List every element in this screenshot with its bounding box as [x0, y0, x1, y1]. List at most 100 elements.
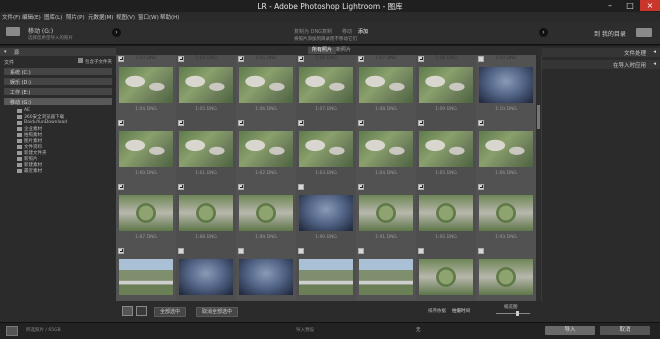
photo-thumbnail[interactable] [419, 131, 473, 167]
menu-edit[interactable]: 编辑(E) [22, 13, 41, 21]
photo-thumbnail-cell[interactable] [176, 247, 236, 301]
include-checkbox[interactable] [298, 184, 304, 190]
photo-thumbnail[interactable] [179, 131, 233, 167]
source-drive-c[interactable]: 系统 (C:) [4, 68, 112, 76]
menu-photo[interactable]: 照片(P) [66, 13, 85, 21]
include-checkbox[interactable] [118, 120, 124, 126]
photo-thumbnail-cell[interactable]: 1:06.DNG 1:07.DNG [296, 55, 356, 119]
photo-thumbnail[interactable] [359, 67, 413, 103]
include-checkbox[interactable] [178, 248, 184, 254]
menu-view[interactable]: 视图(V) [116, 13, 135, 21]
cancel-button[interactable]: 取消 [600, 326, 650, 335]
include-checkbox[interactable] [358, 184, 364, 190]
include-checkbox[interactable] [238, 248, 244, 254]
photo-thumbnail-cell[interactable]: 1:93.DNG [476, 183, 536, 247]
photo-thumbnail[interactable] [419, 195, 473, 231]
photo-thumbnail[interactable] [299, 131, 353, 167]
include-checkbox[interactable] [298, 248, 304, 254]
menu-file[interactable]: 文件(F) [2, 13, 20, 21]
sort-select[interactable]: 拍摄时间 [452, 308, 470, 314]
destination-label[interactable]: 到 我的目录 [594, 29, 626, 38]
include-checkbox[interactable] [478, 120, 484, 126]
photo-thumbnail-cell[interactable] [416, 247, 476, 301]
grid-view-icon[interactable] [122, 306, 133, 316]
photo-thumbnail[interactable] [479, 195, 533, 231]
loupe-view-icon[interactable] [136, 306, 147, 316]
source-label[interactable]: 移动 (G:) [28, 26, 53, 35]
photo-thumbnail-cell[interactable]: 1:04.DNG 1:05.DNG [176, 55, 236, 119]
photo-thumbnail-cell[interactable]: 1:07.DNG 1:08.DNG [356, 55, 416, 119]
photo-thumbnail-cell[interactable]: 1:63.DNG [296, 119, 356, 183]
photo-thumbnail-cell[interactable] [356, 247, 416, 301]
expand-toggle-icon[interactable] [6, 326, 18, 336]
menu-library[interactable]: 图库(L) [44, 13, 62, 21]
photo-thumbnail-cell[interactable] [476, 247, 536, 301]
close-button[interactable]: × [640, 0, 660, 11]
menu-metadata[interactable]: 元数据(M) [88, 13, 114, 21]
mode-add[interactable]: 添加 [358, 28, 368, 35]
check-all-button[interactable]: 全部选中 [154, 307, 187, 317]
photo-thumbnail-cell[interactable]: 1:91.DNG [356, 183, 416, 247]
photo-thumbnail[interactable] [359, 131, 413, 167]
photo-thumbnail[interactable] [119, 131, 173, 167]
photo-thumbnail-cell[interactable]: 1:61.DNG [176, 119, 236, 183]
include-checkbox[interactable] [298, 120, 304, 126]
include-checkbox[interactable] [238, 184, 244, 190]
photo-thumbnail[interactable] [359, 259, 413, 295]
photo-thumbnail[interactable] [359, 195, 413, 231]
photo-thumbnail[interactable] [119, 195, 173, 231]
menu-help[interactable]: 帮助(H) [160, 13, 179, 21]
import-button[interactable]: 导入 [545, 326, 595, 335]
source-drive-g[interactable]: 移动 (G:) [4, 98, 112, 106]
photo-thumbnail[interactable] [419, 259, 473, 295]
photo-thumbnail-cell[interactable]: 1:89.DNG [236, 183, 296, 247]
mode-copy[interactable]: 复制 [322, 28, 332, 35]
mode-move[interactable]: 移动 [342, 28, 352, 35]
include-checkbox[interactable] [118, 248, 124, 254]
photo-thumbnail-cell[interactable] [296, 247, 356, 301]
source-panel-header[interactable]: ▾ 源 [0, 48, 116, 56]
photo-thumbnail-cell[interactable]: 1:08.DNG 1:09.DNG [416, 55, 476, 119]
file-handling-section[interactable]: 文件处理 ◂ [542, 48, 660, 57]
preset-select[interactable]: 无 [416, 327, 421, 333]
photo-thumbnail-cell[interactable]: 1:92.DNG [416, 183, 476, 247]
include-checkbox[interactable] [238, 120, 244, 126]
photo-thumbnail-cell[interactable]: 1:88.DNG [176, 183, 236, 247]
folder-item[interactable]: 最近素材 [17, 168, 42, 174]
menu-window[interactable]: 窗口(W) [138, 13, 159, 21]
include-subfolders-checkbox[interactable] [78, 58, 83, 63]
photo-thumbnail[interactable] [239, 195, 293, 231]
maximize-button[interactable]: □ [620, 0, 640, 11]
include-checkbox[interactable] [418, 248, 424, 254]
photo-thumbnail[interactable] [239, 259, 293, 295]
photo-thumbnail[interactable] [419, 67, 473, 103]
photo-thumbnail[interactable] [179, 195, 233, 231]
photo-thumbnail-cell[interactable]: 1:64.DNG [356, 119, 416, 183]
photo-thumbnail[interactable] [299, 195, 353, 231]
thumbnail-size-slider[interactable] [496, 313, 530, 314]
tab-new-photos[interactable]: 新照片 [332, 47, 355, 54]
photo-thumbnail[interactable] [239, 131, 293, 167]
slider-handle[interactable] [516, 311, 519, 316]
scrollbar-thumb[interactable] [537, 105, 540, 129]
include-checkbox[interactable] [178, 120, 184, 126]
include-checkbox[interactable] [358, 248, 364, 254]
photo-thumbnail[interactable] [179, 259, 233, 295]
photo-thumbnail-cell[interactable]: 1:60.DNG [116, 119, 176, 183]
photo-thumbnail-cell[interactable] [116, 247, 176, 301]
include-checkbox[interactable] [118, 184, 124, 190]
photo-thumbnail-cell[interactable]: 1:03.DNG 1:04.DNG [116, 55, 176, 119]
photo-thumbnail-cell[interactable]: 1:90.DNG [296, 183, 356, 247]
photo-thumbnail-cell[interactable]: 1:09.DNG 1:10.DNG [476, 55, 536, 119]
mode-copy-dng[interactable]: 复制为 DNG [294, 28, 322, 35]
photo-thumbnail-cell[interactable]: 1:66.DNG [476, 119, 536, 183]
source-drive-d[interactable]: 娱乐 (D:) [4, 78, 112, 86]
photo-thumbnail-cell[interactable] [236, 247, 296, 301]
photo-thumbnail-cell[interactable]: 1:87.DNG [116, 183, 176, 247]
grid-scrollbar[interactable] [536, 55, 541, 301]
photo-thumbnail-cell[interactable]: 1:05.DNG 1:06.DNG [236, 55, 296, 119]
photo-thumbnail[interactable] [299, 67, 353, 103]
photo-thumbnail[interactable] [119, 259, 173, 295]
include-checkbox[interactable] [358, 120, 364, 126]
photo-thumbnail[interactable] [239, 67, 293, 103]
